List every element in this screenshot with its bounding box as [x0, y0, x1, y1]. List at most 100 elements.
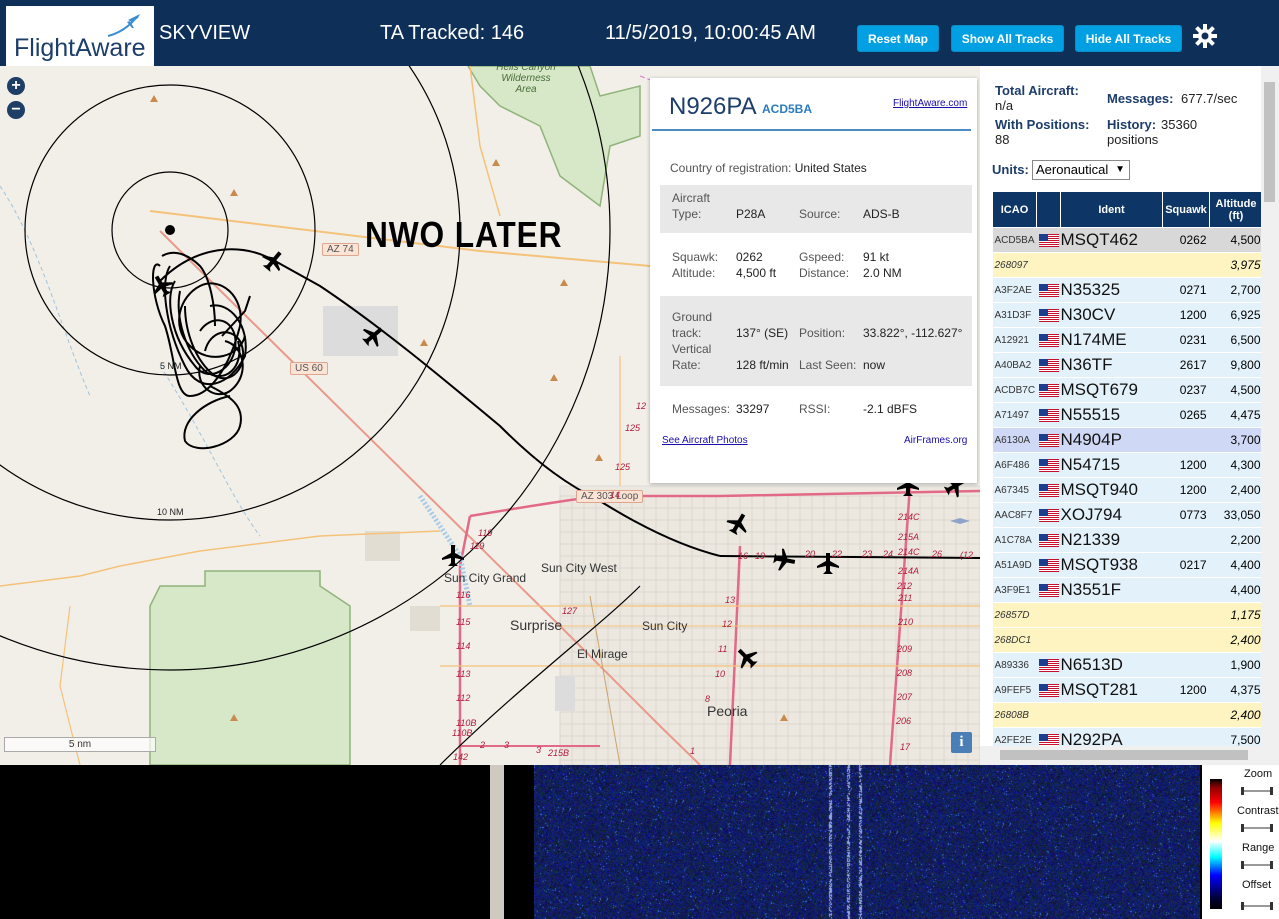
aircraft-type-label-1: Aircraft [672, 191, 711, 205]
track-label-2: track: [672, 326, 702, 340]
road-number: 119 [478, 528, 493, 538]
top-bar: FlightAware SKYVIEW TA Tracked: 146 11/5… [0, 0, 1279, 66]
reset-map-button[interactable]: Reset Map [857, 25, 939, 52]
aircraft-photos-link[interactable]: See Aircraft Photos [662, 435, 748, 446]
contrast-slider[interactable] [1240, 823, 1274, 833]
waterfall-display[interactable] [534, 765, 1200, 919]
airframes-link[interactable]: AirFrames.org [904, 435, 967, 446]
road-number: 115 [456, 617, 471, 627]
us-flag-icon [1038, 584, 1059, 598]
row-altitude: 33,050 [1209, 502, 1263, 528]
table-row[interactable]: A9FEF5 MSQT281 1200 4,375 [992, 677, 1263, 703]
road-number: 19 [755, 551, 766, 561]
table-row[interactable]: A89336 N6513D 1,900 [992, 652, 1263, 678]
row-altitude: 9,800 [1209, 352, 1263, 378]
zoom-in-button[interactable]: + [7, 77, 25, 95]
row-ident [1060, 627, 1163, 653]
range-label: Range [1242, 842, 1275, 854]
road-number: 210 [898, 617, 914, 627]
table-row[interactable]: AAC8F7 XOJ794 0773 33,050 [992, 502, 1263, 528]
table-row[interactable]: A51A9D MSQT938 0217 4,400 [992, 552, 1263, 578]
row-ident: N3551F [1060, 577, 1163, 603]
zoom-slider[interactable] [1240, 786, 1274, 796]
row-squawk: 1200 [1162, 452, 1210, 478]
table-row[interactable]: 26857D 1,175 [992, 602, 1263, 628]
row-ident: N54715 [1060, 452, 1163, 478]
rssi-value: -2.1 dBFS [863, 402, 918, 416]
road-number: 214A [898, 566, 920, 576]
row-flag [1036, 527, 1061, 553]
vrate-label-2: Rate: [672, 358, 701, 372]
position-label: Position: [799, 326, 846, 340]
sidebar-horizontal-scrollbar[interactable] [980, 746, 1279, 765]
table-row[interactable]: A12921 N174ME 0231 6,500 [992, 327, 1263, 353]
scroll-thumb-h[interactable] [1000, 750, 1248, 760]
table-row[interactable]: A3F9E1 N3551F 4,400 [992, 577, 1263, 603]
offset-slider[interactable] [1240, 901, 1274, 911]
color-scale [1210, 779, 1222, 909]
place-label-el-mirage: El Mirage [577, 647, 628, 661]
table-row[interactable]: A71497 N55515 0265 4,475 [992, 402, 1263, 428]
dropdown-arrow-icon: ▼ [1115, 164, 1125, 175]
table-row[interactable]: A6130A N4904P 3,700 [992, 427, 1263, 453]
table-row[interactable]: ACD5BA MSQT462 0262 4,500 [992, 227, 1263, 253]
scroll-thumb[interactable] [1264, 82, 1275, 202]
row-icao: A89336 [992, 652, 1037, 678]
sidebar-vertical-scrollbar[interactable] [1261, 66, 1279, 749]
units-selected: Aeronautical [1036, 162, 1109, 177]
table-row[interactable]: A6F486 N54715 1200 4,300 [992, 452, 1263, 478]
road-number: 214C [898, 512, 920, 522]
road-shield-az74: AZ 74 [322, 243, 359, 256]
row-squawk: 2617 [1162, 352, 1210, 378]
road-number: 1 [690, 746, 696, 756]
row-icao: A3F9E1 [992, 577, 1037, 603]
show-all-tracks-button[interactable]: Show All Tracks [951, 25, 1064, 52]
table-row[interactable]: 268DC1 2,400 [992, 627, 1263, 653]
gear-icon[interactable] [1192, 23, 1218, 49]
row-icao: A12921 [992, 327, 1037, 353]
aircraft-table: ICAO Ident Squawk Altitude (ft) ACD5BA MS… [992, 191, 1263, 778]
col-flag[interactable] [1036, 191, 1061, 228]
row-squawk: 1200 [1162, 677, 1210, 703]
messages-label: Messages: [672, 402, 731, 416]
road-number: 110B [456, 718, 477, 728]
table-row[interactable]: A1C78A N21339 2,200 [992, 527, 1263, 553]
vrate-label-1: Vertical [672, 342, 712, 356]
table-row[interactable]: A31D3F N30CV 1200 6,925 [992, 302, 1263, 328]
table-row[interactable]: 26808B 2,400 [992, 702, 1263, 728]
tracked-count: TA Tracked: 146 [380, 22, 525, 44]
col-squawk[interactable]: Squawk [1162, 191, 1210, 228]
info-button[interactable]: i [951, 732, 972, 753]
units-dropdown[interactable]: Aeronautical ▼ [1032, 160, 1130, 180]
range-slider[interactable] [1240, 860, 1274, 870]
flightaware-logo[interactable]: FlightAware [6, 6, 154, 66]
popup-icao: ACD5BA [762, 102, 813, 116]
zoom-out-button[interactable]: − [7, 101, 25, 119]
row-squawk [1162, 577, 1210, 603]
col-icao[interactable]: ICAO [992, 191, 1037, 228]
row-icao: A1C78A [992, 527, 1037, 553]
table-row[interactable]: ACDB7C MSQT679 0237 4,500 [992, 377, 1263, 403]
row-altitude: 6,500 [1209, 327, 1263, 353]
row-squawk [1162, 627, 1210, 653]
us-flag-icon [1038, 459, 1059, 473]
table-row[interactable]: A67345 MSQT940 1200 2,400 [992, 477, 1263, 503]
table-row[interactable]: A3F2AE N35325 0271 2,700 [992, 277, 1263, 303]
app-title: SKYVIEW [159, 22, 251, 44]
us-flag-icon [1038, 409, 1059, 423]
row-altitude: 2,700 [1209, 277, 1263, 303]
road-number: 13 [725, 595, 736, 605]
place-label-sun-city-grand: Sun City Grand [444, 571, 527, 585]
us-flag-icon [1038, 559, 1059, 573]
country-label: Country of registration: [670, 161, 792, 175]
row-icao: A6130A [992, 427, 1037, 453]
table-row[interactable]: A40BA2 N36TF 2617 9,800 [992, 352, 1263, 378]
col-altitude[interactable]: Altitude (ft) [1209, 191, 1263, 228]
col-ident[interactable]: Ident [1060, 191, 1163, 228]
table-row[interactable]: 268097 3,975 [992, 252, 1263, 278]
panel-splitter[interactable] [490, 765, 504, 919]
row-ident: XOJ794 [1060, 502, 1163, 528]
hide-all-tracks-button[interactable]: Hide All Tracks [1075, 25, 1182, 52]
flightaware-link[interactable]: FlightAware.com [893, 98, 967, 109]
row-squawk: 0262 [1162, 227, 1210, 253]
